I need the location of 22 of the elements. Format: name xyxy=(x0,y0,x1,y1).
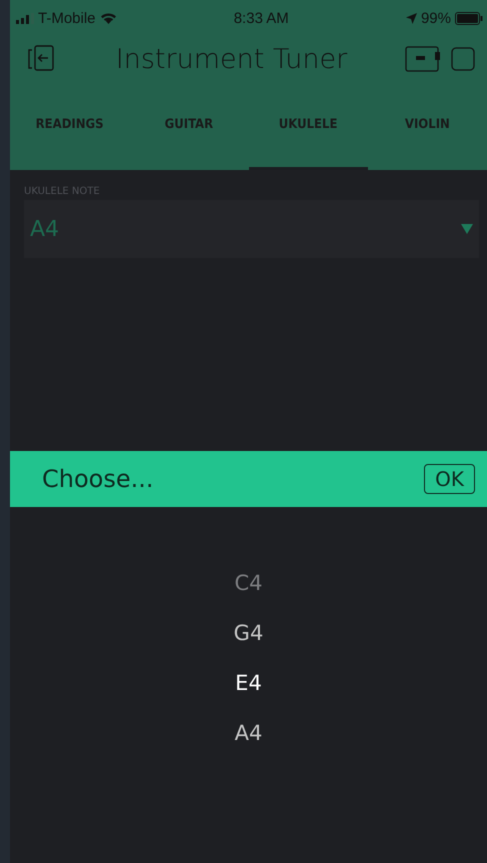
picker-option[interactable]: A4 xyxy=(234,721,262,745)
signal-icon xyxy=(16,12,34,24)
battery-icon xyxy=(454,12,483,24)
picker-option[interactable]: C4 xyxy=(234,571,263,595)
note-dropdown[interactable]: A4 xyxy=(24,200,479,258)
battery-percent: 99% xyxy=(420,10,451,26)
tab[interactable]: GUITAR xyxy=(129,82,248,170)
tab[interactable]: UKULELE xyxy=(248,82,368,170)
tab[interactable]: READINGS xyxy=(10,82,130,170)
location-icon xyxy=(406,12,417,24)
picker-option[interactable]: G4 xyxy=(234,621,264,645)
device-board-icon[interactable] xyxy=(405,46,441,72)
wifi-icon xyxy=(100,12,117,24)
picker-option[interactable]: E4 xyxy=(235,671,262,695)
picker-title: Choose... xyxy=(42,465,154,493)
dropdown-caret-icon xyxy=(461,224,473,234)
tab[interactable]: VIOLIN xyxy=(368,82,487,170)
clock-time: 8:33 AM xyxy=(234,10,289,26)
square-icon[interactable] xyxy=(451,47,475,71)
carrier-name: T-Mobile xyxy=(38,10,96,26)
ok-button[interactable]: OK xyxy=(424,464,475,494)
app-title: Instrument Tuner xyxy=(114,44,348,74)
